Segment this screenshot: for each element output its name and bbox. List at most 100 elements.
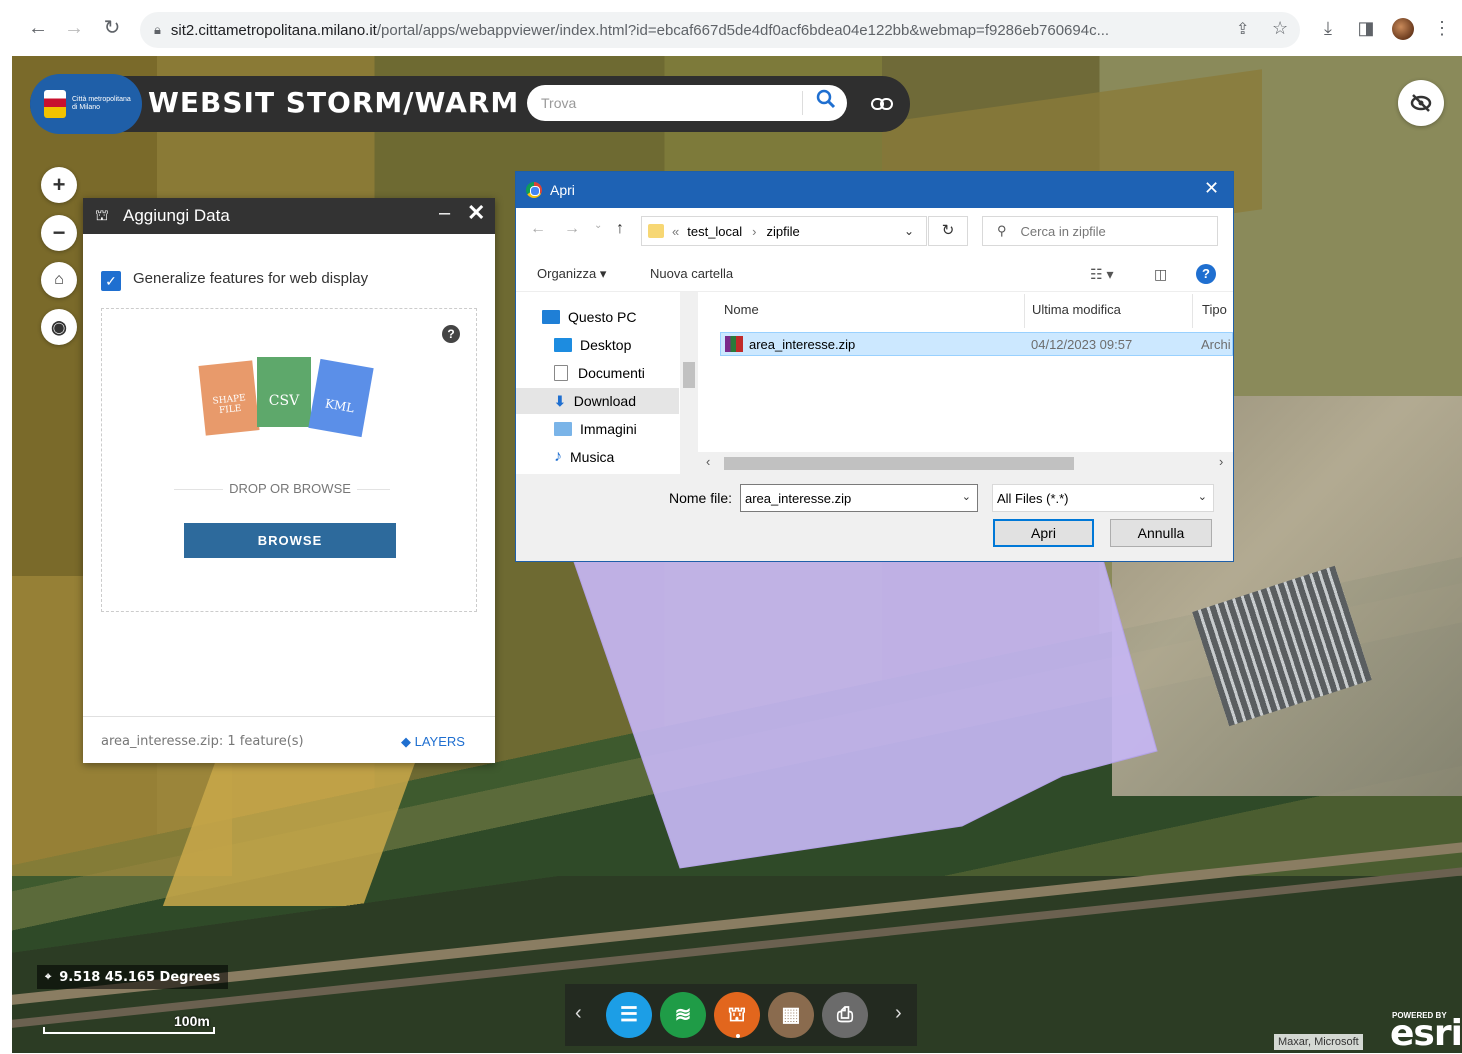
search-icon[interactable] — [812, 89, 840, 117]
print-icon[interactable]: ⎙ — [822, 992, 868, 1038]
filename-input[interactable]: area_interesse.zip ⌄ — [740, 484, 978, 512]
preview-pane-icon[interactable]: ◫ — [1154, 266, 1167, 283]
esri-logo[interactable]: esri — [1390, 1013, 1462, 1054]
hide-eye-icon[interactable] — [1398, 80, 1444, 126]
column-header-modified[interactable]: Ultima modifica — [1032, 302, 1121, 317]
file-list: Nome Ultima modifica Tipo area_interesse… — [698, 292, 1233, 474]
generalize-checkbox[interactable]: ✓ — [101, 271, 121, 291]
share-icon[interactable]: ⇪ — [1236, 19, 1249, 39]
dialog-search-placeholder: Cerca in zipfile — [1020, 223, 1106, 239]
forward-arrow-icon[interactable]: → — [62, 16, 86, 40]
scroll-left-icon[interactable]: ‹ — [706, 454, 710, 469]
dialog-search-box[interactable]: ⚲ Cerca in zipfile — [982, 216, 1218, 246]
dialog-address-bar[interactable]: « test_local › zipfile ⌄ — [641, 216, 927, 246]
dialog-forward-icon[interactable]: → — [564, 220, 580, 238]
new-folder-button[interactable]: Nuova cartella — [650, 266, 733, 281]
help-icon[interactable]: ? — [442, 325, 460, 343]
cancel-button[interactable]: Annulla — [1110, 519, 1212, 547]
download-icon[interactable]: ⤓ — [1316, 16, 1340, 40]
tree-item-download[interactable]: ⬇ Download — [516, 388, 679, 414]
chevron-down-icon[interactable]: ⌄ — [962, 490, 971, 503]
crest-icon — [44, 90, 66, 118]
zoom-in-button[interactable]: + — [41, 167, 77, 203]
tree-item-questo-pc[interactable]: Questo PC — [542, 304, 636, 330]
chevron-down-icon[interactable]: ⌄ — [904, 224, 914, 238]
map-attribution[interactable]: Maxar, Microsoft — [1274, 1034, 1363, 1050]
menu-dots-icon[interactable]: ⋮ — [1430, 16, 1454, 40]
view-options-icon[interactable]: ☷ ▾ — [1090, 266, 1113, 283]
chevron-down-icon[interactable]: ⌄ — [1198, 490, 1207, 503]
column-separator — [1192, 294, 1193, 328]
path-segment[interactable]: zipfile — [767, 224, 800, 239]
add-data-panel: ⛫ Aggiungi Data – ✕ ✓ Generalize feature… — [83, 198, 495, 763]
dialog-title: Apri — [550, 182, 575, 198]
scroll-thumb[interactable] — [683, 362, 695, 388]
drop-zone[interactable]: ? SHAPE FILE CSV KML DROP OR BROWSE BROW… — [101, 308, 477, 612]
bookmark-star-icon[interactable]: ☆ — [1272, 18, 1288, 39]
music-note-icon: ♪ — [554, 448, 562, 465]
crosshair-icon[interactable]: ⌖ — [45, 970, 51, 984]
add-data-footer: area_interesse.zip: 1 feature(s) ◆ LAYER… — [83, 716, 495, 763]
back-arrow-icon[interactable]: ← — [26, 16, 50, 40]
next-arrow-icon[interactable]: › — [895, 1002, 902, 1025]
file-type-select[interactable]: All Files (*.*) ⌄ — [992, 484, 1214, 512]
active-indicator — [736, 1034, 740, 1038]
add-data-widget-icon[interactable]: ⛫ — [714, 992, 760, 1038]
city-logo: Città metropolitana di Milano — [30, 74, 142, 134]
basemap-grid-icon[interactable]: ▦ — [768, 992, 814, 1038]
column-header-type[interactable]: Tipo — [1202, 302, 1227, 317]
prev-arrow-icon[interactable]: ‹ — [575, 1002, 582, 1025]
dialog-refresh-icon[interactable]: ↻ — [928, 216, 968, 246]
coordinate-readout[interactable]: ⌖ 9.518 45.165 Degrees — [37, 965, 229, 989]
home-icon[interactable]: ⌂ — [41, 262, 77, 298]
recent-dropdown-icon[interactable]: ⌄ — [594, 220, 602, 231]
layers-link[interactable]: ◆ LAYERS — [401, 734, 465, 750]
file-modified: 04/12/2023 09:57 — [1031, 337, 1133, 352]
tree-item-musica[interactable]: ♪ Musica — [554, 444, 614, 470]
file-name: area_interesse.zip — [749, 337, 856, 352]
scroll-right-icon[interactable]: › — [1219, 454, 1223, 469]
drop-text: DROP OR BROWSE — [102, 481, 478, 496]
profile-avatar[interactable] — [1392, 18, 1414, 40]
chrome-icon — [526, 182, 542, 198]
zoom-out-button[interactable]: − — [41, 215, 77, 251]
coordinates-text: 9.518 45.165 Degrees — [59, 969, 221, 985]
scroll-thumb[interactable] — [724, 457, 1074, 470]
tree-item-desktop[interactable]: Desktop — [554, 332, 631, 358]
column-header-name[interactable]: Nome — [724, 302, 759, 317]
tree-item-immagini[interactable]: Immagini — [554, 416, 637, 442]
filename-label: Nome file: — [669, 490, 733, 506]
download-arrow-icon: ⬇ — [554, 392, 566, 409]
csv-file-icon: CSV — [257, 357, 311, 427]
tree-item-documenti[interactable]: Documenti — [554, 360, 645, 386]
legend-list-icon[interactable]: ☰ — [606, 992, 652, 1038]
dialog-back-icon[interactable]: ← — [530, 220, 546, 238]
layers-icon: ◆ — [401, 734, 415, 749]
tree-scrollbar[interactable] — [680, 292, 698, 474]
layers-stack-icon[interactable]: ≋ — [660, 992, 706, 1038]
address-bar[interactable]: 🔒︎ sit2.cittametropolitana.milano.it/por… — [140, 12, 1300, 48]
dialog-navbar: ← → ⌄ ↑ « test_local › zipfile ⌄ ↻ ⚲ Cer… — [516, 208, 1233, 252]
close-icon[interactable]: ✕ — [467, 200, 485, 226]
tree-label: Questo PC — [568, 309, 637, 325]
dialog-close-icon[interactable]: ✕ — [1204, 178, 1219, 199]
desktop-icon — [554, 338, 572, 352]
link-icon[interactable] — [866, 88, 898, 120]
organize-menu[interactable]: Organizza ▾ — [537, 266, 606, 282]
locate-icon[interactable]: ◉ — [41, 309, 77, 345]
side-panel-icon[interactable]: ◨ — [1354, 16, 1378, 40]
search-input[interactable] — [541, 93, 791, 113]
file-row[interactable]: area_interesse.zip 04/12/2023 09:57 Arch… — [720, 332, 1233, 356]
computer-icon — [542, 310, 560, 324]
path-prefix: « — [672, 223, 680, 239]
dialog-help-icon[interactable]: ? — [1196, 264, 1216, 284]
browse-button[interactable]: BROWSE — [184, 523, 396, 558]
up-folder-icon[interactable]: ↑ — [616, 220, 624, 238]
tree-label: Download — [573, 393, 636, 409]
organize-label: Organizza — [537, 266, 597, 281]
minimize-icon[interactable]: – — [439, 202, 450, 225]
path-segment[interactable]: test_local — [687, 224, 742, 239]
reload-icon[interactable]: ↻ — [100, 16, 124, 40]
open-button[interactable]: Apri — [993, 519, 1094, 547]
horizontal-scrollbar[interactable]: ‹ › — [698, 452, 1233, 474]
